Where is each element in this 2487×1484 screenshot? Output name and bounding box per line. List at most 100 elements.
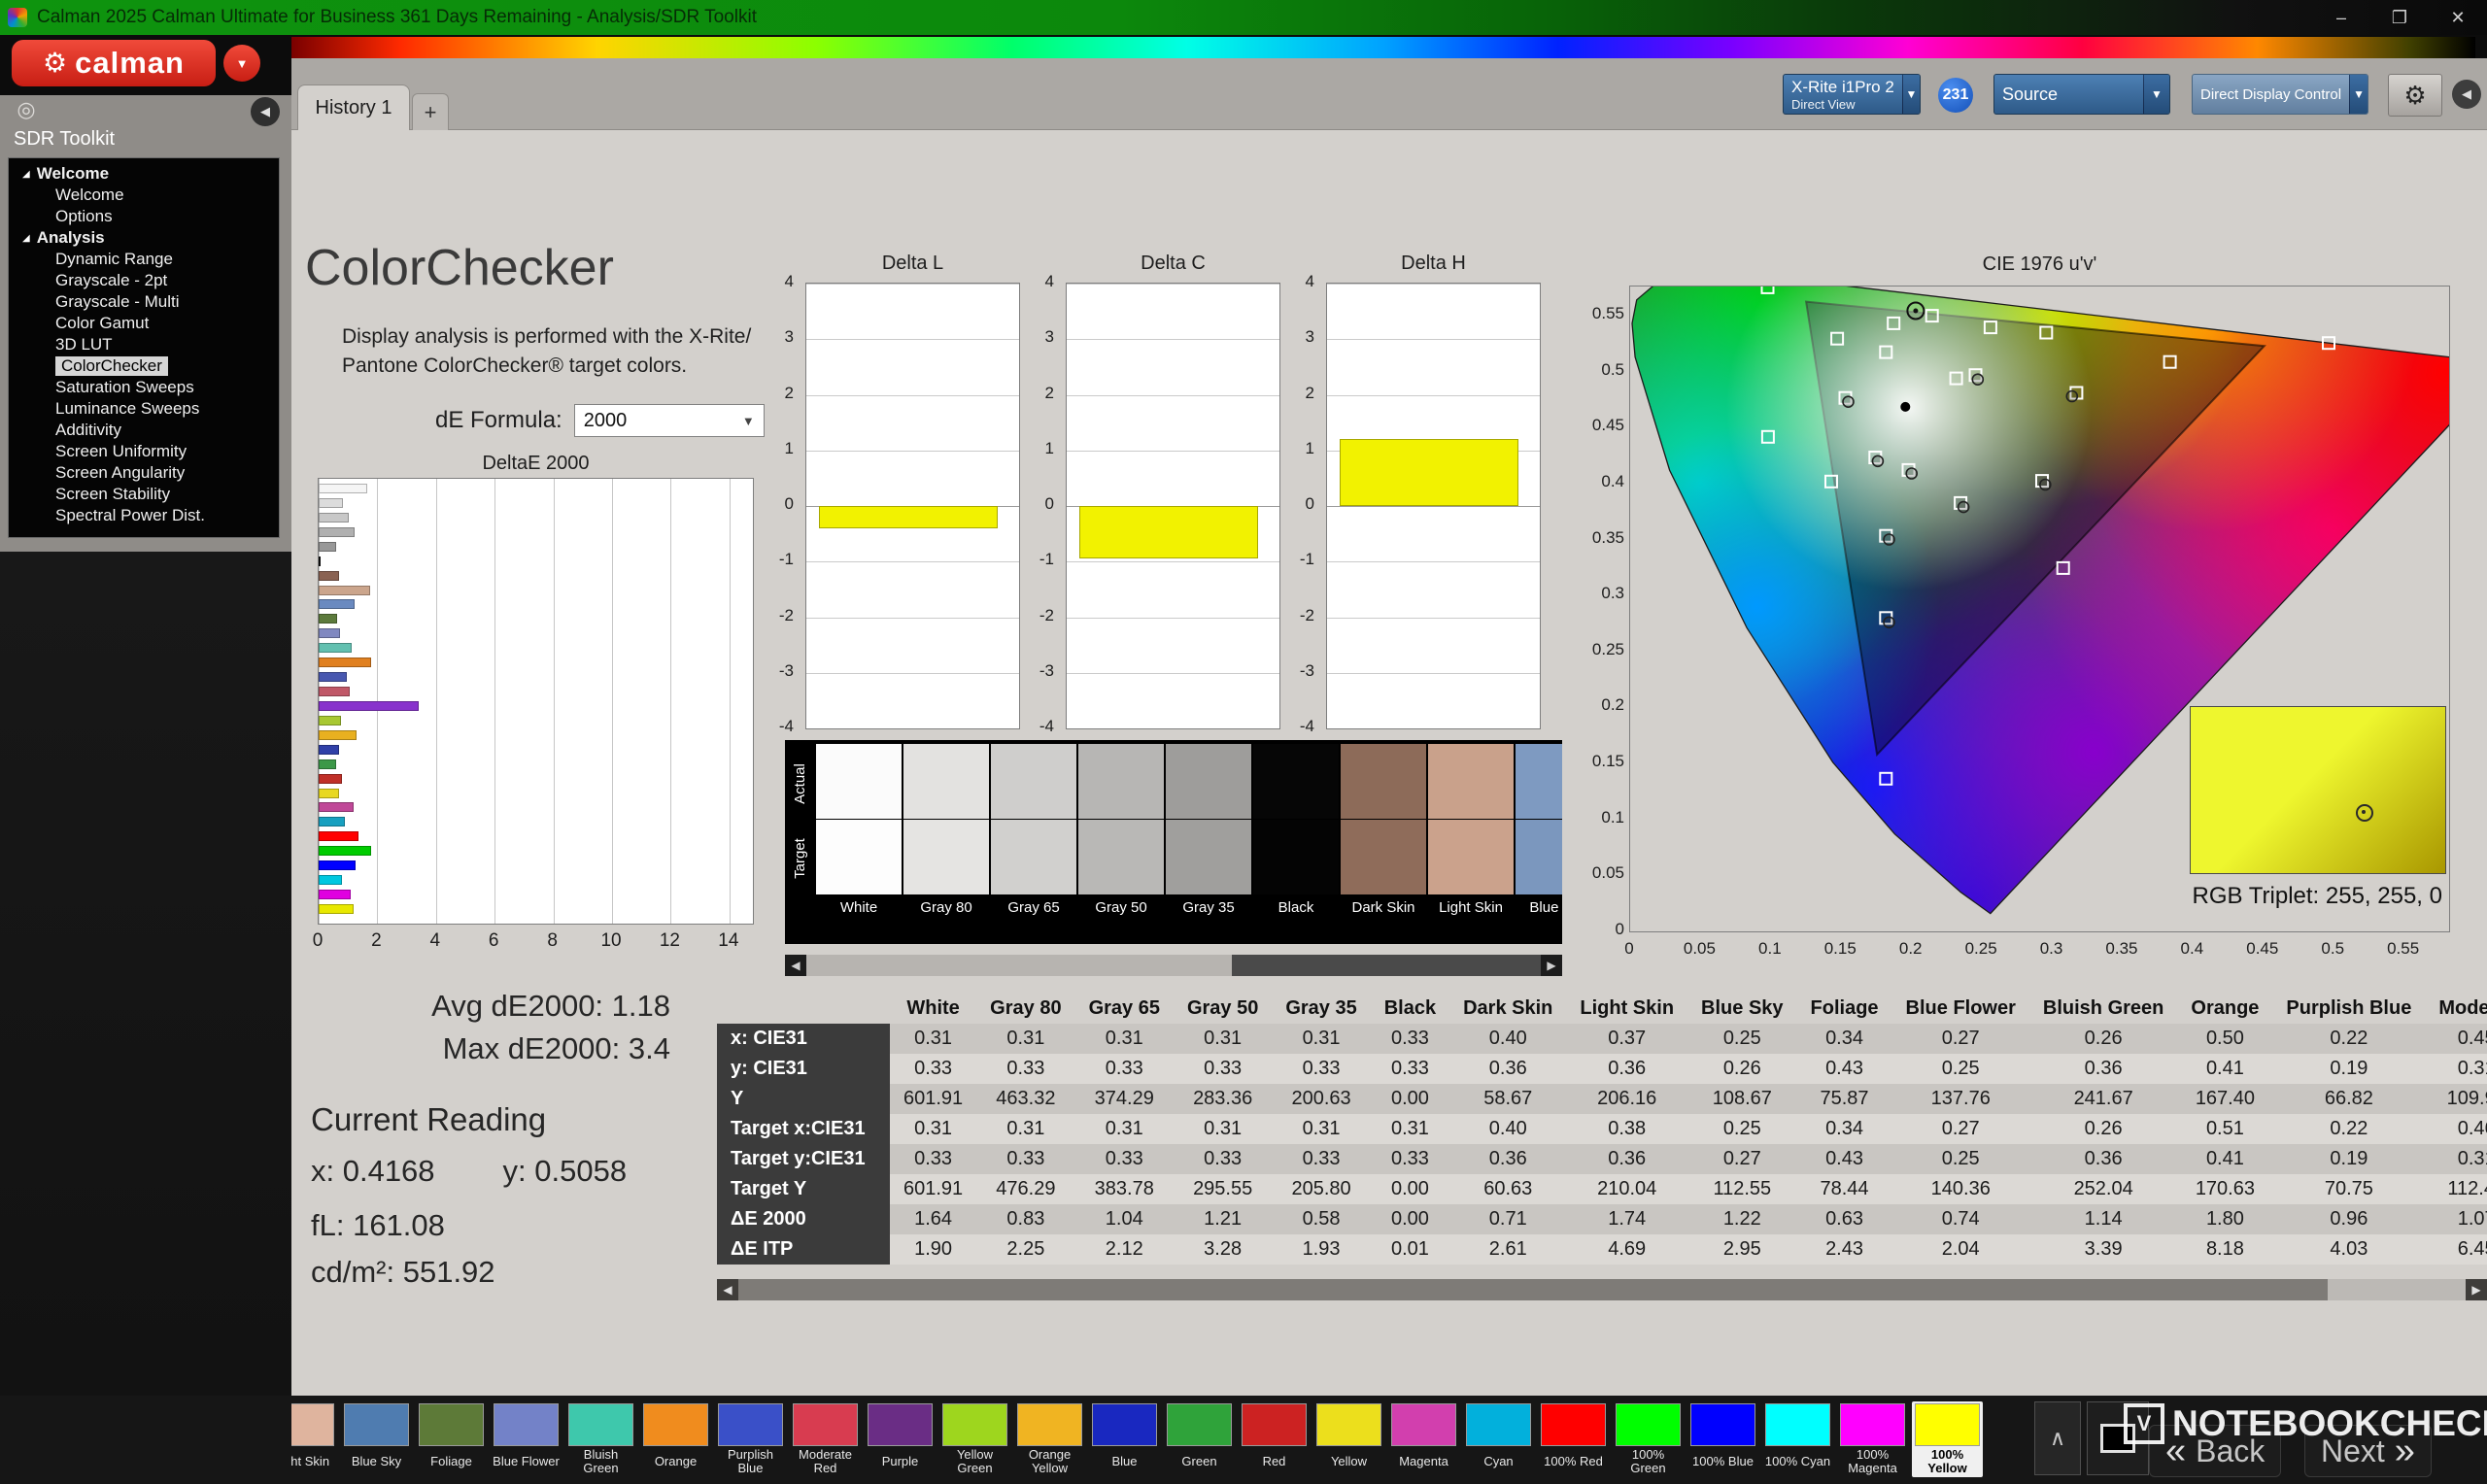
target-icon[interactable]: ◎ <box>14 97 39 122</box>
add-tab-button[interactable]: + <box>412 93 449 131</box>
sidebar-item-luminance-sweeps[interactable]: Luminance Sweeps <box>9 398 279 420</box>
color-swatch-100-blue[interactable]: 100% Blue <box>1687 1401 1758 1477</box>
sidebar-item-analysis[interactable]: ◢ Analysis <box>9 227 279 249</box>
color-swatch-yellow-green[interactable]: Yellow Green <box>939 1401 1010 1477</box>
patch-white: White <box>816 744 902 916</box>
table-cell: 6.45 <box>2425 1234 2487 1265</box>
table-cell: 0.96 <box>2272 1204 2426 1234</box>
table-cell: 0.36 <box>2028 1054 2178 1084</box>
table-cell: 0.19 <box>2272 1054 2426 1084</box>
swatch-color <box>344 1403 409 1446</box>
sidebar-item-spectral-power-dist[interactable]: Spectral Power Dist. <box>9 505 279 526</box>
color-swatch-light-skin[interactable]: Light Skin <box>291 1401 337 1477</box>
color-swatch-magenta[interactable]: Magenta <box>1388 1401 1459 1477</box>
color-swatch-bluish-green[interactable]: Bluish Green <box>565 1401 636 1477</box>
table-cell: 0.34 <box>1796 1024 1892 1054</box>
deltae-bar-100-green <box>319 846 372 857</box>
scroll-right-icon[interactable]: ▶ <box>1541 955 1562 976</box>
color-swatch-100-magenta[interactable]: 100% Magenta <box>1837 1401 1908 1477</box>
title-bar: Calman 2025 Calman Ultimate for Business… <box>0 0 2487 35</box>
color-swatch-orange[interactable]: Orange <box>640 1401 711 1477</box>
table-header-row: White Gray 80 Gray 65 Gray 50 Gray 35 Black Da… <box>717 994 2487 1024</box>
color-swatch-100-green[interactable]: 100% Green <box>1613 1401 1684 1477</box>
tab-history-1[interactable]: History 1 <box>297 84 410 131</box>
deltae-bar-gray-35 <box>319 541 336 552</box>
table-cell: 0.00 <box>1370 1174 1450 1204</box>
color-swatch-100-yellow[interactable]: 100% Yellow <box>1912 1401 1983 1477</box>
color-swatch-blue[interactable]: Blue <box>1089 1401 1160 1477</box>
display-control-dropdown[interactable]: Direct Display Control ▼ <box>2192 74 2368 115</box>
minimize-icon[interactable]: – <box>2312 0 2370 35</box>
patch-strip-scrollbar[interactable]: ◀ ▶ <box>785 955 1562 976</box>
sidebar-item-color-gamut[interactable]: Color Gamut <box>9 313 279 334</box>
swatch-color <box>1616 1403 1681 1446</box>
de-formula-select[interactable]: 2000 ▼ <box>573 404 765 437</box>
avg-de2000: Avg dE2000: 1.18 <box>431 989 670 1023</box>
table-cell: 0.43 <box>1796 1054 1892 1084</box>
color-swatch-cyan[interactable]: Cyan <box>1463 1401 1534 1477</box>
color-swatch-moderate-red[interactable]: Moderate Red <box>790 1401 861 1477</box>
sidebar-item-dynamic-range[interactable]: Dynamic Range <box>9 249 279 270</box>
table-header: White Gray 80 Gray 65 Gray 50 Gray 35 Black Da… <box>717 994 2487 1024</box>
color-swatch-100-red[interactable]: 100% Red <box>1538 1401 1609 1477</box>
sidebar-item-grayscale-multi[interactable]: Grayscale - Multi <box>9 291 279 313</box>
color-swatch-purple[interactable]: Purple <box>865 1401 936 1477</box>
cie-title: CIE 1976 u'v' <box>1982 253 2097 275</box>
patch-label: Gray 80 <box>920 899 972 916</box>
scrollbar-thumb[interactable] <box>738 1279 2328 1300</box>
scrollbar-track[interactable] <box>738 1279 2466 1300</box>
table-cell: 8.18 <box>2177 1234 2273 1265</box>
scroll-left-icon[interactable]: ◀ <box>717 1279 738 1300</box>
color-swatch-yellow[interactable]: Yellow <box>1313 1401 1384 1477</box>
color-swatch-red[interactable]: Red <box>1239 1401 1310 1477</box>
collapse-sidebar-button[interactable]: ◀ <box>251 97 280 126</box>
expand-pattern-panel-button[interactable]: ∧ <box>2034 1401 2081 1475</box>
sidebar-item-3d-lut[interactable]: 3D LUT <box>9 334 279 355</box>
sidebar-item-welcome[interactable]: Welcome <box>9 185 279 206</box>
meter-dropdown[interactable]: X-Rite i1Pro 2 Direct View ▼ <box>1783 74 1921 115</box>
close-icon[interactable]: ✕ <box>2429 0 2487 35</box>
table-cell: 0.22 <box>2272 1024 2426 1054</box>
chevron-down-icon[interactable]: ▼ <box>2143 75 2169 114</box>
color-swatch-foliage[interactable]: Foliage <box>416 1401 487 1477</box>
chevron-down-icon: ▼ <box>741 413 755 428</box>
logo-menu-button[interactable]: ▼ <box>223 45 260 82</box>
patch-actual-swatch <box>1166 744 1251 819</box>
color-swatch-100-cyan[interactable]: 100% Cyan <box>1762 1401 1833 1477</box>
color-swatch-green[interactable]: Green <box>1164 1401 1235 1477</box>
scrollbar-thumb[interactable] <box>806 955 1233 976</box>
table-cell: 1.14 <box>2028 1204 2178 1234</box>
sidebar-item-options[interactable]: Options <box>9 206 279 227</box>
scrollbar-track[interactable] <box>806 955 1541 976</box>
table-cell: 0.33 <box>1272 1144 1371 1174</box>
display-control-text: Direct Display Control <box>2193 75 2349 114</box>
settings-button[interactable]: ⚙ <box>2388 74 2442 117</box>
swatch-label: Blue <box>1111 1454 1138 1469</box>
sidebar-item-screen-uniformity[interactable]: Screen Uniformity <box>9 441 279 462</box>
sidebar-item-saturation-sweeps[interactable]: Saturation Sweeps <box>9 377 279 398</box>
chevron-down-icon[interactable]: ▼ <box>2349 75 2368 114</box>
table-cell: 0.36 <box>1566 1054 1688 1084</box>
sidebar-item-additivity[interactable]: Additivity <box>9 420 279 441</box>
color-swatch-orange-yellow[interactable]: Orange Yellow <box>1014 1401 1085 1477</box>
sidebar-item-screen-stability[interactable]: Screen Stability <box>9 484 279 505</box>
collapse-panel-button[interactable]: ◀ <box>2452 80 2481 109</box>
source-dropdown[interactable]: Source ▼ <box>1993 74 2170 115</box>
color-swatch-purplish-blue[interactable]: Purplish Blue <box>715 1401 786 1477</box>
swatch-color <box>568 1403 633 1446</box>
sidebar-item-screen-angularity[interactable]: Screen Angularity <box>9 462 279 484</box>
table-scrollbar[interactable]: ◀ ▶ <box>717 1279 2487 1300</box>
color-swatch-blue-flower[interactable]: Blue Flower <box>491 1401 562 1477</box>
table-cell: 601.91 <box>890 1084 977 1114</box>
table-cell: 0.33 <box>976 1054 1075 1084</box>
chevron-down-icon[interactable]: ▼ <box>1901 75 1920 114</box>
sidebar-item-welcome[interactable]: ◢ Welcome <box>9 163 279 185</box>
maximize-icon[interactable]: ❐ <box>2370 0 2429 35</box>
sidebar-item-grayscale-2pt[interactable]: Grayscale - 2pt <box>9 270 279 291</box>
color-swatch-blue-sky[interactable]: Blue Sky <box>341 1401 412 1477</box>
scroll-right-icon[interactable]: ▶ <box>2466 1279 2487 1300</box>
page-description: Display analysis is performed with the X… <box>342 322 751 382</box>
scroll-left-icon[interactable]: ◀ <box>785 955 806 976</box>
table-cell: 0.33 <box>1074 1054 1174 1084</box>
sidebar-item-colorchecker[interactable]: ColorChecker <box>9 355 279 377</box>
